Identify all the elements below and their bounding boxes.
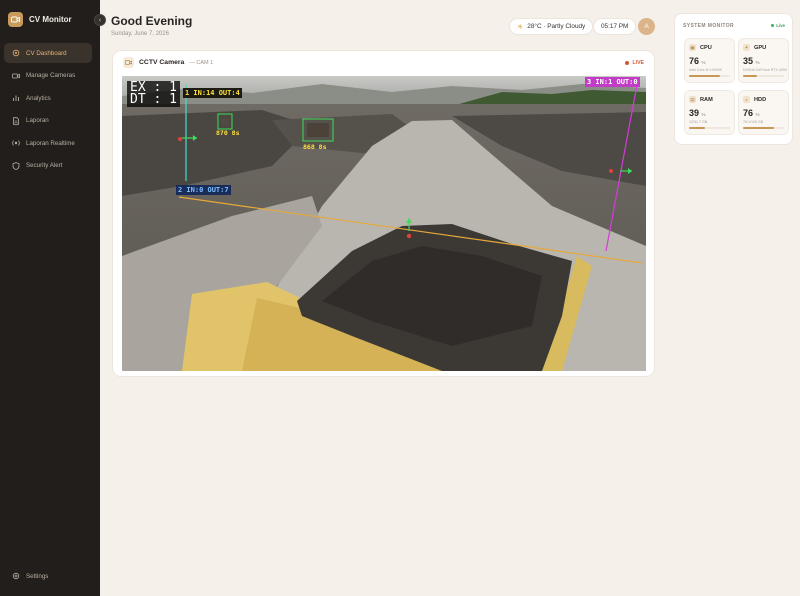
sidebar-item-laporan-realtime[interactable]: Laporan Realtime (4, 133, 92, 153)
metric-detail: 76.1/100 GB (743, 120, 764, 124)
sidebar-item-label: Analytics (26, 94, 51, 102)
direction-marker (178, 137, 182, 141)
metric-unit: % (755, 60, 760, 65)
direction-marker (406, 233, 412, 239)
realtime-icon (12, 139, 20, 147)
ram-icon: ▤ (689, 96, 696, 103)
camera-icon (123, 57, 134, 68)
weather-widget[interactable]: ☀ 28°C · Partly Cloudy (509, 18, 594, 35)
document-icon (12, 116, 20, 125)
overlay-line1-count: 1 IN:14 OUT:4 (183, 88, 242, 98)
metric-detail: Intel Core i9-14900K (689, 68, 722, 72)
progress-bar (689, 127, 730, 129)
metric-label: GPU (754, 44, 767, 51)
time-text: 05:17 PM (601, 23, 629, 30)
sidebar-item-label: Manage Cameras (26, 72, 76, 79)
sidebar-item-manage-cameras[interactable]: Manage Cameras (4, 66, 92, 86)
cpu-icon: ▣ (689, 44, 696, 51)
detected-vehicle (221, 118, 229, 126)
detection-label-2: 868 8s (303, 143, 327, 151)
metric-value: 35 (743, 56, 754, 66)
sidebar: CV Monitor ‹ CV Dashboard Manage Cameras… (0, 0, 106, 596)
metric-unit: % (701, 60, 706, 65)
progress-fill (689, 75, 721, 77)
metric-cpu: ▣ CPU 76 % Intel Core i9-14900K (684, 38, 735, 83)
metric-value: 76 (689, 56, 700, 66)
metric-label: RAM (700, 96, 713, 103)
camera-subtitle: — CAM 1 (189, 59, 214, 66)
sidebar-item-label: Laporan (26, 117, 49, 124)
metric-label: HDD (754, 96, 767, 103)
overlay-counter: EX : 1 DT : 1 (127, 81, 180, 107)
progress-fill (743, 127, 775, 129)
chevron-left-icon[interactable]: ‹ (94, 14, 106, 26)
live-dot-icon (625, 61, 630, 65)
sun-icon: ☀ (517, 23, 524, 31)
avatar[interactable]: A (638, 18, 655, 35)
live-label: LIVE (632, 60, 644, 66)
hdd-icon: ◒ (743, 96, 750, 103)
current-date: Sunday, June 7, 2026 (111, 31, 169, 37)
camera-icon (8, 12, 23, 27)
metric-hdd: ◒ HDD 76 % 76.1/100 GB (738, 90, 789, 135)
metric-unit: % (701, 112, 706, 117)
metric-value: 76 (743, 108, 754, 118)
metric-value: 39 (689, 108, 700, 118)
metric-detail: 12/31.7 GB (689, 120, 708, 124)
app-name: CV Monitor (29, 15, 72, 24)
progress-fill (743, 75, 758, 77)
sidebar-item-label: Laporan Realtime (26, 139, 75, 147)
sidebar-item-settings[interactable]: Settings (4, 566, 92, 586)
sidebar-item-analytics[interactable]: Analytics (4, 88, 92, 108)
metric-detail: NVIDIA GeForce RTX 4090 (743, 68, 787, 72)
camera-card: CCTV Camera — CAM 1 LIVE EX: 1 DT: 1 1… (112, 50, 655, 377)
shield-icon (12, 161, 20, 170)
video-icon (12, 72, 20, 80)
detection-label-1: 870 8s (216, 129, 240, 137)
clock-widget: 05:17 PM (593, 18, 637, 35)
sidebar-item-security-alert[interactable]: Security Alert (4, 156, 92, 176)
sidebar-item-laporan[interactable]: Laporan (4, 111, 92, 131)
metric-gpu: ✦ GPU 35 % NVIDIA GeForce RTX 4090 (738, 38, 789, 83)
camera-title: CCTV Camera (139, 59, 185, 66)
detected-vehicle (307, 123, 329, 137)
counter-dt: DT : 1 (130, 92, 177, 107)
sidebar-nav: CV Dashboard Manage Cameras Analytics La… (4, 43, 92, 178)
sidebar-item-cv-dashboard[interactable]: CV Dashboard (4, 43, 92, 63)
metric-unit: % (755, 112, 760, 117)
brand[interactable]: CV Monitor (8, 12, 72, 27)
direction-marker (609, 169, 613, 173)
gpu-icon: ✦ (743, 44, 750, 51)
live-dot-icon (771, 24, 775, 27)
page-title: Good Evening (111, 14, 193, 28)
system-monitor-title: SYSTEM MONITOR (683, 23, 735, 29)
progress-bar (743, 127, 784, 129)
system-monitor: SYSTEM MONITOR Live ▣ CPU 76 % Intel Core… (674, 13, 793, 145)
settings-label: Settings (26, 572, 49, 580)
progress-bar (743, 75, 784, 77)
settings-icon (12, 572, 20, 580)
live-label: Live (776, 23, 785, 28)
sidebar-item-label: CV Dashboard (26, 49, 67, 57)
system-monitor-live: Live (771, 23, 785, 28)
live-badge: LIVE (625, 60, 644, 66)
camera-feed[interactable]: EX : 1 DT : 1 1 IN:14 OUT:4 2 IN:0 OUT:7… (122, 76, 646, 371)
progress-bar (689, 75, 730, 77)
overlay-line3-count: 3 IN:1 OUT:0 (585, 77, 640, 87)
progress-fill (689, 127, 705, 129)
overlay-line2-count: 2 IN:0 OUT:7 (176, 185, 231, 195)
camera-frame (122, 76, 646, 371)
sidebar-item-label: Security Alert (26, 162, 63, 169)
metric-label: CPU (700, 44, 712, 51)
weather-text: 28°C · Partly Cloudy (527, 23, 586, 30)
metric-ram: ▤ RAM 39 % 12/31.7 GB (684, 90, 735, 135)
bar-chart-icon (12, 94, 20, 102)
gear-icon (12, 49, 20, 57)
